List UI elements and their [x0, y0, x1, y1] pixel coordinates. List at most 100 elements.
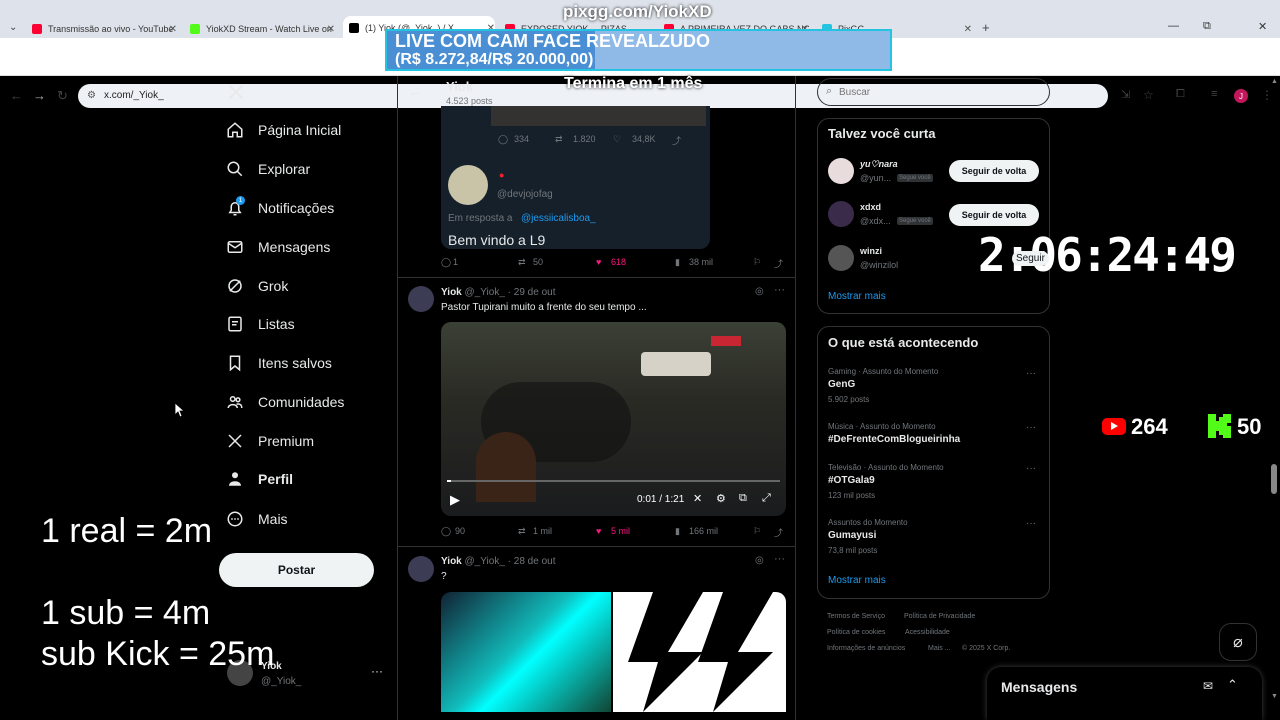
back-icon[interactable]: ← [10, 88, 23, 103]
share-icon[interactable]: ⤴ [774, 257, 783, 270]
suggestion-name[interactable]: winzi [860, 246, 882, 256]
sidebar-item-itens-salvos[interactable]: Itens salvos [226, 354, 332, 372]
grok-icon[interactable]: ◎ [755, 286, 764, 297]
close-window-icon[interactable]: ✕ [1258, 20, 1267, 33]
tweet-video[interactable]: ▶ 0:01 / 1:21 ✕ ⚙ ⧉ ⤢ [441, 322, 786, 516]
grok-icon[interactable]: ◎ [755, 555, 764, 566]
tab-kick[interactable]: YiokXD Stream - Watch Live on ✕ [190, 20, 335, 38]
trend-name[interactable]: #DeFrenteComBlogueirinha [828, 434, 960, 445]
reply-icon[interactable]: ◯ [441, 257, 451, 268]
tab-list-chevron-icon[interactable]: ⌄ [9, 22, 17, 33]
heart-filled-icon[interactable]: ♥ [596, 526, 601, 536]
trend-more-icon[interactable]: ··· [1026, 463, 1036, 474]
settings-icon[interactable]: ⚙ [716, 492, 726, 505]
trend-more-icon[interactable]: ··· [1026, 368, 1036, 379]
repost-icon[interactable]: ⇄ [518, 526, 526, 537]
bookmark-star-icon[interactable]: ☆ [1143, 88, 1154, 102]
reload-icon[interactable]: ↻ [57, 88, 68, 104]
forward-icon[interactable]: → [33, 88, 46, 103]
views-icon[interactable]: ▮ [675, 257, 680, 268]
tweet-handle[interactable]: @_Yiok_ [465, 556, 505, 567]
follow-back-button[interactable]: Seguir de volta [949, 160, 1039, 182]
trend-name[interactable]: #OTGala9 [828, 475, 875, 486]
bookmark-icon[interactable]: ⚐ [753, 526, 761, 537]
scroll-up-icon[interactable]: ▲ [1271, 78, 1278, 85]
more-options-icon[interactable]: ··· [774, 284, 785, 296]
footer-cookies[interactable]: Política de cookies [827, 629, 885, 636]
play-icon[interactable]: ▶ [450, 492, 460, 508]
suggestion-name[interactable]: xdxd [860, 202, 881, 212]
sidebar-item-mais[interactable]: Mais [226, 510, 288, 528]
sidebar-item-comunidades[interactable]: Comunidades [226, 393, 344, 411]
suggestion-name[interactable]: yu♡nara [860, 159, 898, 170]
tweet-author[interactable]: Yiok [441, 556, 462, 567]
tweet-avatar[interactable] [408, 556, 434, 582]
install-app-icon[interactable]: ⇲ [1121, 88, 1130, 101]
tweet-image-left[interactable] [441, 592, 611, 712]
embedded-reply-to[interactable]: @jessiicalisboa_ [521, 213, 596, 224]
grok-float-button[interactable]: ⌀ [1219, 623, 1257, 661]
views-icon[interactable]: ▮ [675, 526, 680, 537]
share-icon[interactable]: ⤴ [774, 526, 783, 539]
post-button[interactable]: Postar [219, 553, 374, 587]
fullscreen-icon[interactable]: ⤢ [762, 492, 771, 505]
x-logo-icon[interactable] [227, 83, 245, 101]
tweet-handle[interactable]: @_Yiok_ [465, 287, 505, 298]
trends-show-more-link[interactable]: Mostrar mais [828, 575, 886, 586]
new-message-icon[interactable]: ✉ [1203, 679, 1213, 693]
sidebar-item-explorar[interactable]: Explorar [226, 160, 310, 178]
footer-ads-info[interactable]: Informações de anúncios [827, 645, 905, 652]
pip-icon[interactable]: ⧉ [739, 492, 747, 505]
tweet-image-right[interactable] [613, 592, 786, 712]
page-scrollbar[interactable] [1271, 464, 1277, 494]
restore-icon[interactable]: ⧉ [1203, 20, 1211, 33]
tweet-date[interactable]: · 28 de out [508, 556, 556, 567]
sidebar-item-página-inicial[interactable]: Página Inicial [226, 121, 341, 139]
follow-back-button[interactable]: Seguir de volta [949, 204, 1039, 226]
sidebar-item-notificações[interactable]: 1 Notificações [226, 196, 334, 217]
footer-privacy[interactable]: Política de Privacidade [904, 613, 975, 620]
sidebar-item-grok[interactable]: Grok [226, 277, 288, 295]
media-control-icon[interactable]: ≡ [1211, 88, 1217, 100]
trend-name[interactable]: Gumayusi [828, 530, 876, 541]
reply-icon[interactable]: ◯ [441, 526, 451, 537]
trend-name[interactable]: GenG [828, 379, 855, 390]
mute-icon[interactable]: ✕ [693, 492, 702, 505]
tweet-avatar[interactable] [408, 286, 434, 312]
tab-close-icon[interactable]: ✕ [327, 24, 335, 35]
bookmark-icon[interactable]: ⚐ [753, 257, 761, 268]
search-box[interactable]: ⌕ [817, 78, 1050, 106]
tab-youtube[interactable]: Transmissão ao vivo - YouTube ✕ [32, 20, 177, 38]
minimize-icon[interactable]: — [1168, 20, 1179, 32]
footer-accessibility[interactable]: Acessibilidade [905, 629, 950, 636]
search-input[interactable] [839, 84, 1039, 100]
sidebar-item-perfil[interactable]: Perfil [226, 470, 293, 488]
follow-button[interactable]: Seguir [1012, 251, 1049, 266]
site-info-icon[interactable]: ⚙ [87, 84, 96, 108]
footer-terms[interactable]: Termos de Serviço [827, 613, 885, 620]
suggestion-avatar[interactable] [828, 245, 854, 271]
footer-more[interactable]: Mais ... [928, 645, 951, 652]
show-more-link[interactable]: Mostrar mais [828, 291, 886, 302]
repost-icon[interactable]: ⇄ [518, 257, 526, 268]
back-arrow-icon[interactable]: ← [408, 83, 422, 99]
account-menu-icon[interactable]: ··· [371, 664, 383, 678]
new-tab-icon[interactable]: + [982, 20, 990, 35]
tweet-date[interactable]: · 29 de out [508, 287, 556, 298]
suggestion-avatar[interactable] [828, 158, 854, 184]
trend-more-icon[interactable]: ··· [1026, 422, 1036, 433]
tab-close-icon[interactable]: ✕ [964, 24, 972, 35]
extensions-icon[interactable]: ⧠ [1176, 88, 1185, 101]
sidebar-item-listas[interactable]: Listas [226, 315, 295, 333]
tweet-author[interactable]: Yiok [441, 287, 462, 298]
suggestion-avatar[interactable] [828, 201, 854, 227]
profile-feed[interactable]: ← Yiok 4.523 posts ◯ 334 ⇄ 1.820 ♡ 34,8K… [397, 76, 796, 720]
sidebar-item-mensagens[interactable]: Mensagens [226, 238, 330, 256]
sidebar-item-premium[interactable]: Premium [226, 432, 314, 450]
scroll-down-icon[interactable]: ▼ [1271, 693, 1278, 700]
heart-filled-icon[interactable]: ♥ [596, 257, 601, 267]
browser-menu-icon[interactable]: ⋮ [1261, 88, 1273, 102]
trend-more-icon[interactable]: ··· [1026, 518, 1036, 529]
more-options-icon[interactable]: ··· [774, 553, 785, 565]
video-progress-track[interactable] [447, 480, 780, 482]
